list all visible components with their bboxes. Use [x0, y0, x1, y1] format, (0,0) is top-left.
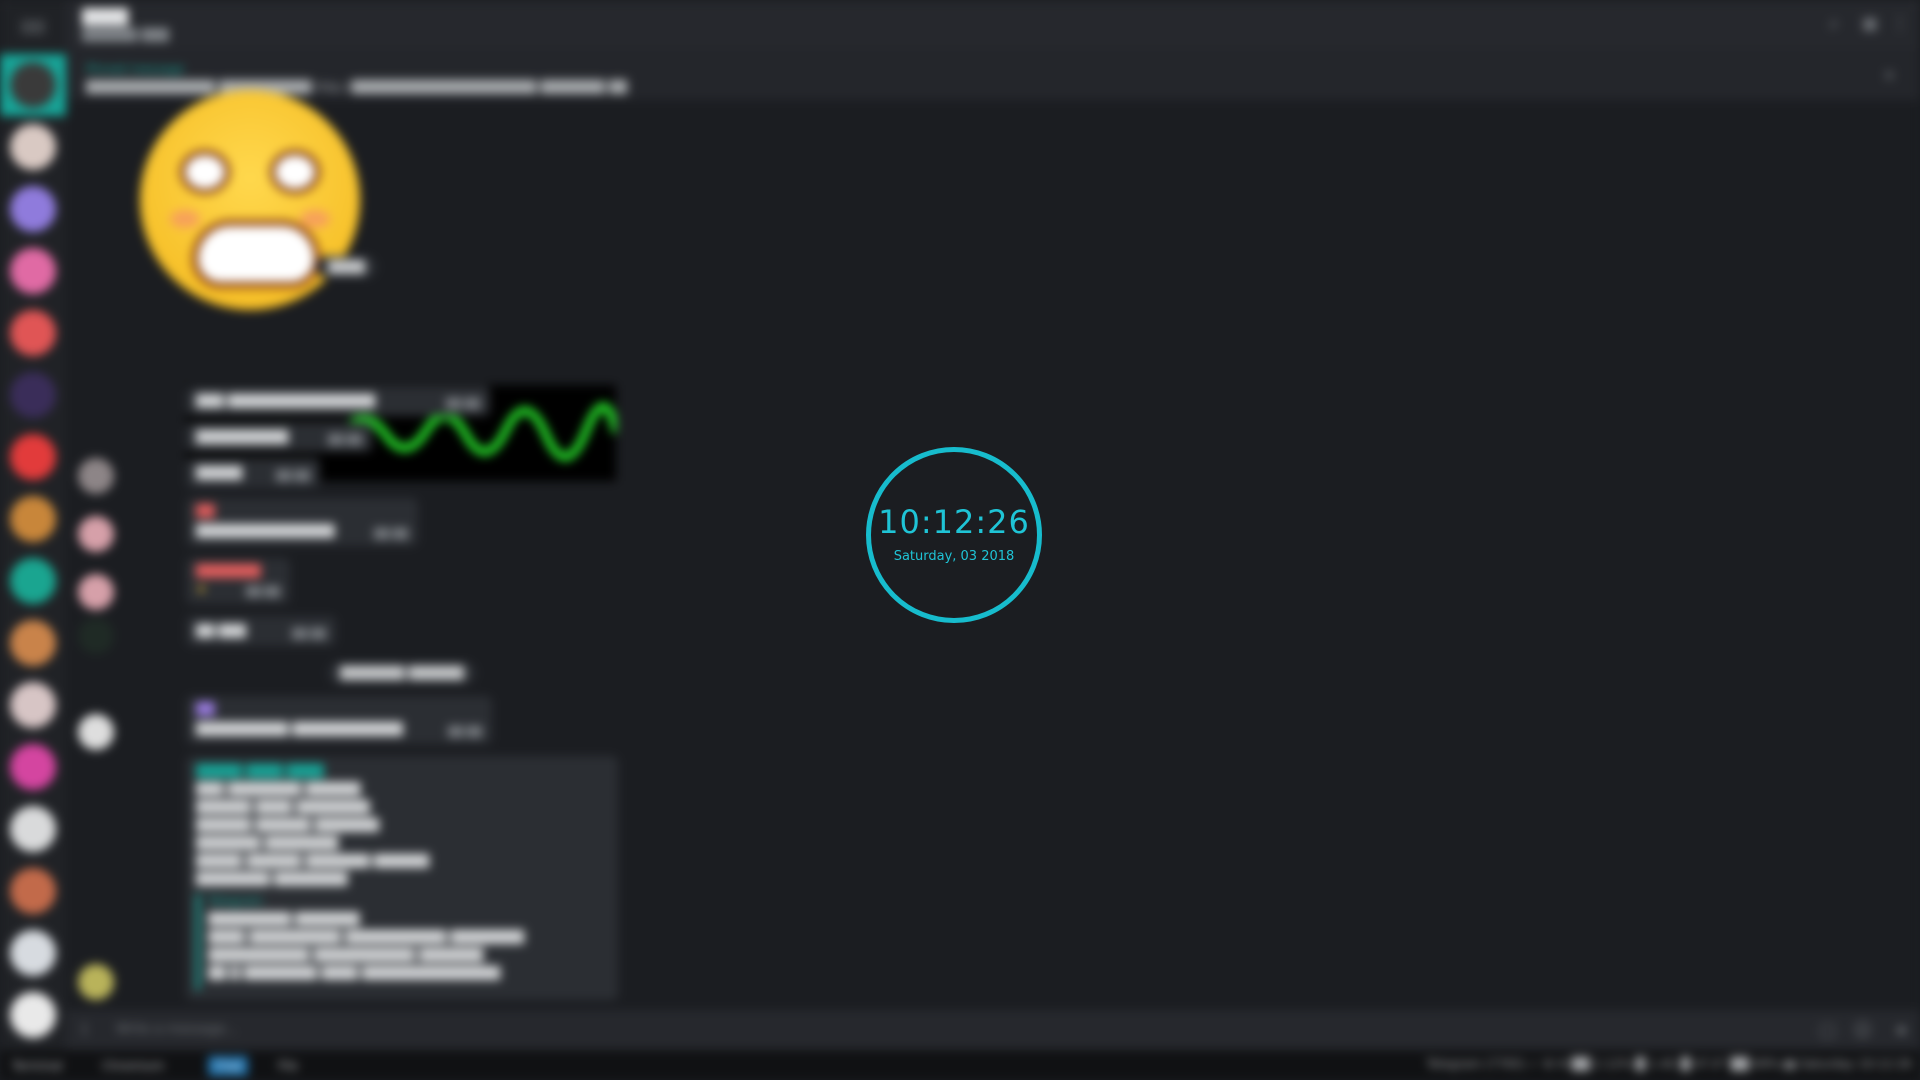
chat-list-item[interactable] — [0, 302, 66, 364]
preview-line: █████████ ███████ — [208, 912, 360, 926]
message-bubble[interactable]: ███ ████████████████ ██ ██ — [186, 386, 490, 416]
lockscreen-clock: 10:12:26 Saturday, 03 2018 — [866, 447, 1042, 623]
avatar — [10, 868, 56, 914]
taskbar: Terminal Chromium Chat File Telegram (77… — [0, 1050, 1920, 1080]
taskbar-item-file[interactable]: File — [272, 1056, 304, 1076]
avatar — [10, 310, 56, 356]
avatar[interactable] — [78, 516, 114, 552]
pinned-label: Pinned message — [86, 62, 185, 76]
message-composer: ⌇ Write a message... ▢ ☺ ⏺ — [66, 1010, 1920, 1050]
forwarded-line: █████ ██████ ███████ ██████ — [196, 854, 429, 868]
preview-line: ██ █ ████████ ████ ███████████████ — [208, 966, 501, 980]
taskbar-item-chromium[interactable]: Chromium — [96, 1056, 170, 1076]
avatar[interactable] — [78, 964, 114, 1000]
avatar — [10, 62, 56, 108]
avatar[interactable] — [78, 574, 114, 610]
chat-header: ████ ██████ ███ ⌕ ▣ ⋮ — [66, 0, 1920, 48]
sticker-caption: ████ — [316, 256, 377, 278]
avatar — [10, 806, 56, 852]
avatar — [10, 186, 56, 232]
chat-list-item[interactable] — [0, 984, 66, 1046]
chat-list-item[interactable] — [0, 550, 66, 612]
avatar — [10, 372, 56, 418]
clock-time: 10:12:26 — [878, 502, 1030, 541]
avatar — [10, 744, 56, 790]
close-icon[interactable]: ✕ — [1883, 66, 1896, 85]
forwarded-line: ████████ ████████ — [196, 872, 348, 886]
service-message: ███████ ██████ — [328, 662, 476, 684]
message-bubble[interactable]: █████ ██ ██ — [186, 458, 320, 488]
attach-icon[interactable]: ⌇ — [80, 1020, 89, 1041]
columns-icon[interactable]: ▣ — [1860, 14, 1880, 34]
avatar[interactable] — [78, 618, 114, 654]
chat-list-item[interactable] — [0, 612, 66, 674]
chat-sidebar — [0, 0, 66, 1050]
forwarded-message[interactable]: █████ ████ ████ ███ ████████ ██████ █████… — [186, 756, 618, 1000]
forwarded-line: ███████ ████████ — [196, 836, 339, 850]
chat-list-item[interactable] — [0, 240, 66, 302]
message-bubble[interactable]: ███████ ★ ██ ██ — [186, 558, 290, 604]
avatar — [10, 682, 56, 728]
chat-list-item[interactable] — [0, 736, 66, 798]
avatar[interactable] — [78, 714, 114, 750]
commands-icon[interactable]: ▢ — [1819, 1020, 1836, 1041]
message-input[interactable]: Write a message... — [116, 1022, 237, 1037]
pinned-text: ██████████████ ██████████ http://███████… — [86, 80, 628, 94]
microphone-icon[interactable]: ⏺ — [1897, 1020, 1906, 1041]
avatar — [10, 124, 56, 170]
clock-date: Saturday, 03 2018 — [893, 548, 1015, 564]
more-vert-icon[interactable]: ⋮ — [1890, 14, 1910, 34]
chat-subtitle: ██████ ███ — [82, 28, 169, 42]
chat-list-item[interactable] — [0, 116, 66, 178]
avatar — [10, 620, 56, 666]
message-bubble[interactable]: ██████████ ██ ██ — [186, 422, 372, 452]
avatar — [10, 248, 56, 294]
preview-line: ████ ██████████ ███████████ ████████ — [208, 930, 524, 944]
taskbar-item-chat[interactable]: Chat — [208, 1056, 249, 1076]
system-tray[interactable]: Telegram (7765) ✓ ⚙ ✉ ██ 2.12% █ 1.4G █ … — [1427, 1057, 1912, 1071]
forwarded-line: ██████ ██████ ███████ — [196, 818, 379, 832]
chat-list-item[interactable] — [0, 798, 66, 860]
emoji-icon[interactable]: ☺ — [1853, 1020, 1872, 1041]
menu-icon[interactable] — [21, 18, 45, 36]
chat-list-item[interactable] — [0, 178, 66, 240]
chat-list-item[interactable] — [0, 364, 66, 426]
chat-list-item[interactable] — [0, 54, 66, 116]
avatar[interactable] — [78, 458, 114, 494]
chat-list-item[interactable] — [0, 860, 66, 922]
taskbar-item-terminal[interactable]: Terminal — [6, 1056, 69, 1076]
pinned-message-bar[interactable]: Pinned message ██████████████ ██████████… — [66, 48, 1920, 101]
message-bubble[interactable]: ██ ███ ██ ██ — [186, 616, 336, 646]
avatar — [10, 496, 56, 542]
search-icon[interactable]: ⌕ — [1824, 14, 1844, 34]
chat-list-item[interactable] — [0, 922, 66, 984]
chat-list-item[interactable] — [0, 488, 66, 550]
avatar — [10, 558, 56, 604]
forwarded-line: ███ ████████ ██████ — [196, 782, 361, 796]
forwarded-line: ██████ ████ ████████ — [196, 800, 370, 814]
avatar — [10, 992, 56, 1038]
chat-title[interactable]: ████ — [82, 8, 128, 26]
chat-list-item[interactable] — [0, 674, 66, 736]
avatar — [10, 930, 56, 976]
chat-list-item[interactable] — [0, 426, 66, 488]
message-bubble[interactable]: ██ ███████████████ ██ ██ — [186, 498, 418, 546]
preview-line: ███████████ ███████████ ███████ — [208, 948, 484, 962]
message-bubble[interactable]: ██ ██████████ ████████████ ██ ██ — [186, 696, 492, 744]
avatar — [10, 434, 56, 480]
